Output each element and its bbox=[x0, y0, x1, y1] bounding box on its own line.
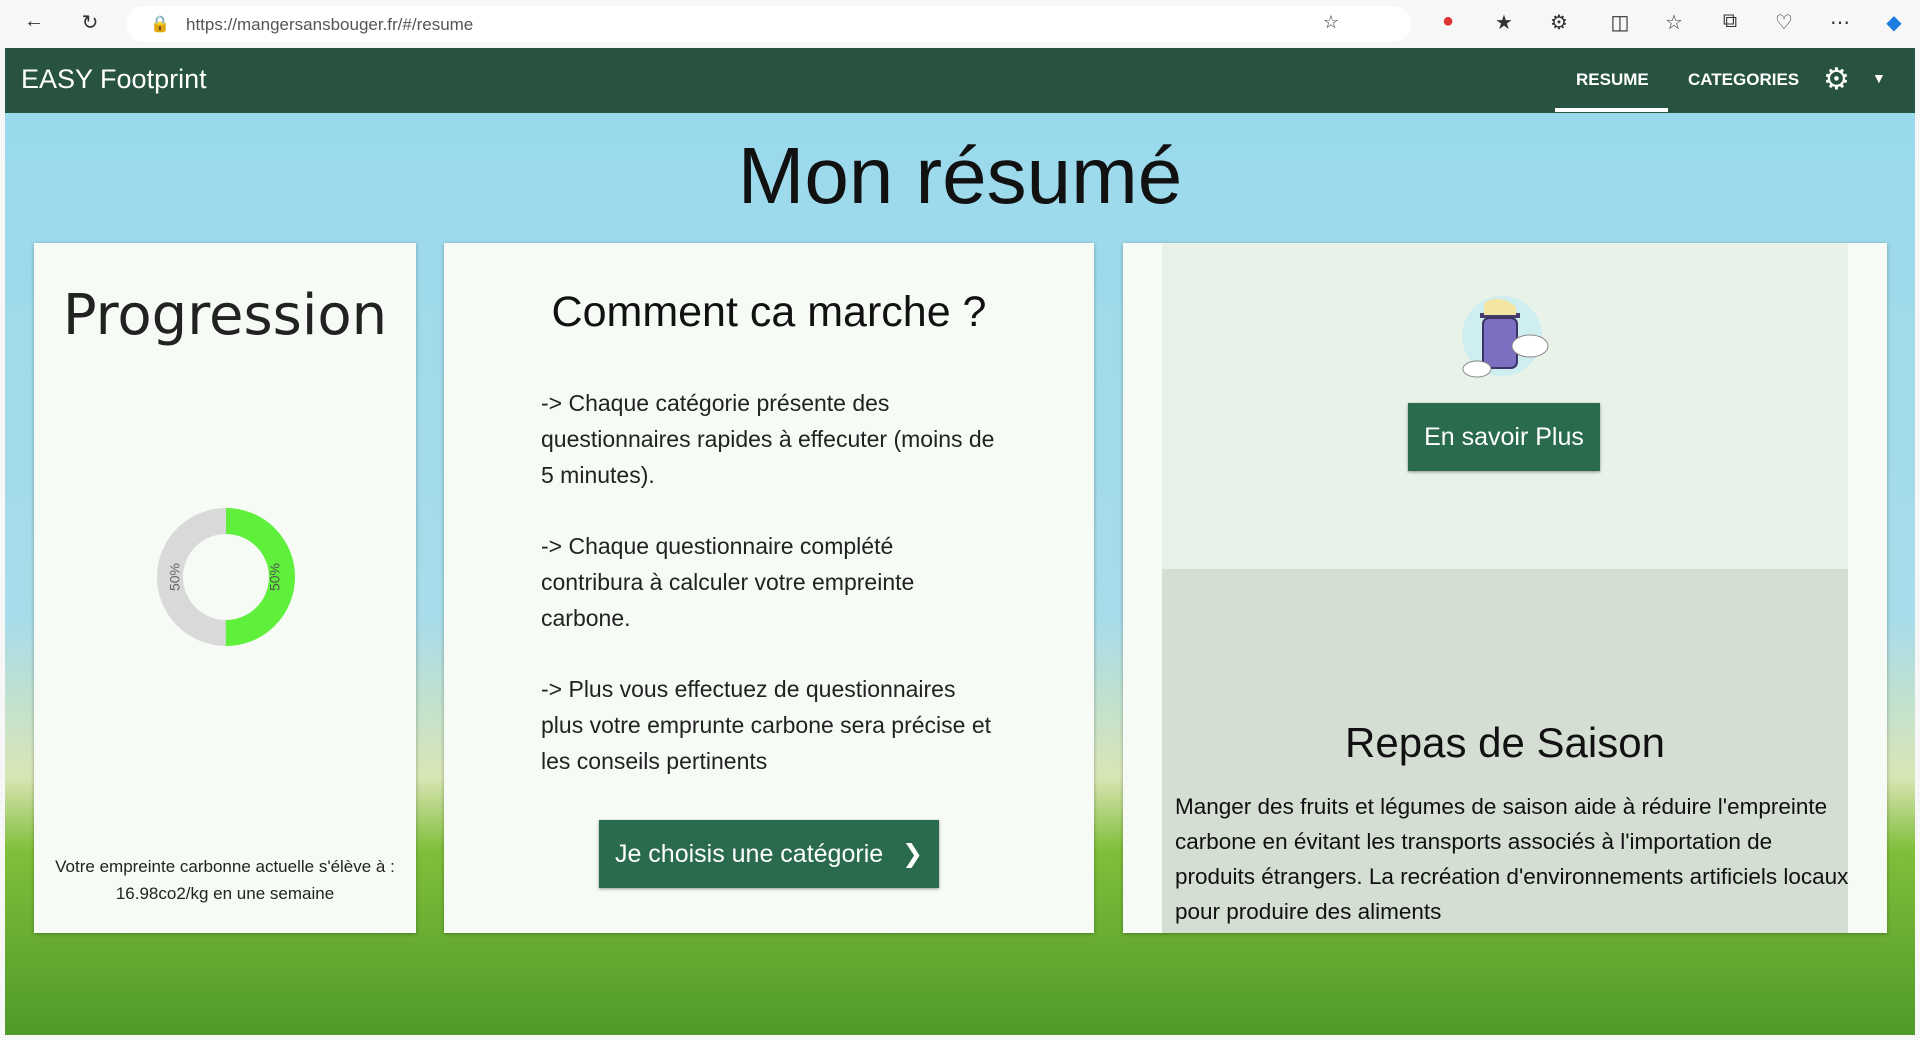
app-bar: EASY Footprint RESUME CATEGORIES ⚙ ▼ bbox=[5, 48, 1915, 113]
progress-donut: 50% 50% bbox=[157, 508, 295, 646]
donut-label-completed: 50% bbox=[267, 563, 283, 591]
reload-icon[interactable]: ↻ bbox=[76, 10, 104, 35]
footprint-summary: Votre empreinte carbonne actuelle s'élèv… bbox=[34, 853, 416, 907]
chevron-right-icon: ❯ bbox=[902, 840, 924, 868]
browser-toolbar: ← ↻ 🔒 https://mangersansbouger.fr/#/resu… bbox=[0, 0, 1920, 48]
address-bar[interactable]: 🔒 https://mangersansbouger.fr/#/resume ☆ bbox=[126, 6, 1411, 42]
favorites-icon[interactable]: ☆ bbox=[1660, 10, 1688, 35]
page-title: Mon résumé bbox=[737, 131, 1183, 220]
choose-category-label: Je choisis une catégorie bbox=[614, 840, 884, 868]
favorite-icon[interactable]: ☆ bbox=[1317, 12, 1345, 33]
chevron-down-icon[interactable]: ▼ bbox=[1872, 70, 1886, 86]
nav-categories[interactable]: CATEGORIES bbox=[1688, 70, 1799, 90]
footprint-line2: 16.98co2/kg en une semaine bbox=[115, 884, 335, 903]
back-icon[interactable]: ← bbox=[20, 10, 48, 33]
more-icon[interactable]: ⋯ bbox=[1826, 10, 1854, 35]
how-paragraph: -> Chaque questionnaire complété contrib… bbox=[541, 533, 915, 631]
url-text: https://mangersansbouger.fr/#/resume bbox=[186, 15, 474, 34]
trash-can-icon bbox=[1462, 296, 1549, 378]
donut-label-remaining: 50% bbox=[167, 563, 183, 591]
tip-content: Repas de Saison Manger des fruits et lég… bbox=[1162, 569, 1848, 933]
collections-icon[interactable]: ⧉ bbox=[1716, 10, 1744, 33]
choose-category-button[interactable]: Je choisis une catégorie ❯ bbox=[599, 820, 939, 888]
learn-more-button[interactable]: En savoir Plus bbox=[1408, 403, 1600, 471]
how-paragraph: -> Plus vous effectuez de questionnaires… bbox=[541, 676, 992, 774]
split-screen-icon[interactable]: ◫ bbox=[1606, 10, 1634, 35]
footprint-line1: Votre empreinte carbonne actuelle s'élèv… bbox=[55, 857, 395, 876]
extensions-icon[interactable]: ⚙ bbox=[1545, 10, 1573, 35]
active-tab-indicator bbox=[1555, 108, 1668, 112]
how-title: Comment ca marche ? bbox=[551, 288, 987, 336]
copilot-icon[interactable]: ◆ bbox=[1880, 10, 1908, 35]
tips-card: En savoir Plus Repas de Saison Manger de… bbox=[1123, 243, 1887, 933]
progression-title: Progression bbox=[62, 283, 388, 348]
how-paragraph: -> Chaque catégorie présente des questio… bbox=[541, 390, 995, 488]
brand[interactable]: EASY Footprint bbox=[21, 64, 207, 95]
tip-illustration-panel: En savoir Plus bbox=[1162, 243, 1848, 569]
extension-icon[interactable]: ★ bbox=[1490, 10, 1518, 35]
how-it-works-card: Comment ca marche ? -> Chaque catégorie … bbox=[444, 243, 1094, 933]
lock-icon: 🔒 bbox=[150, 16, 170, 33]
health-icon[interactable]: ♡ bbox=[1770, 10, 1798, 35]
settings-icon[interactable]: ⚙ bbox=[1823, 62, 1850, 97]
tip-text: Manger des fruits et légumes de saison a… bbox=[1175, 794, 1849, 924]
nav-resume[interactable]: RESUME bbox=[1576, 70, 1649, 90]
progression-card: Progression 50% 50% Votre empreinte carb… bbox=[34, 243, 416, 933]
tip-title: Repas de Saison bbox=[1345, 719, 1665, 766]
adblock-icon[interactable]: ● bbox=[1434, 10, 1462, 33]
